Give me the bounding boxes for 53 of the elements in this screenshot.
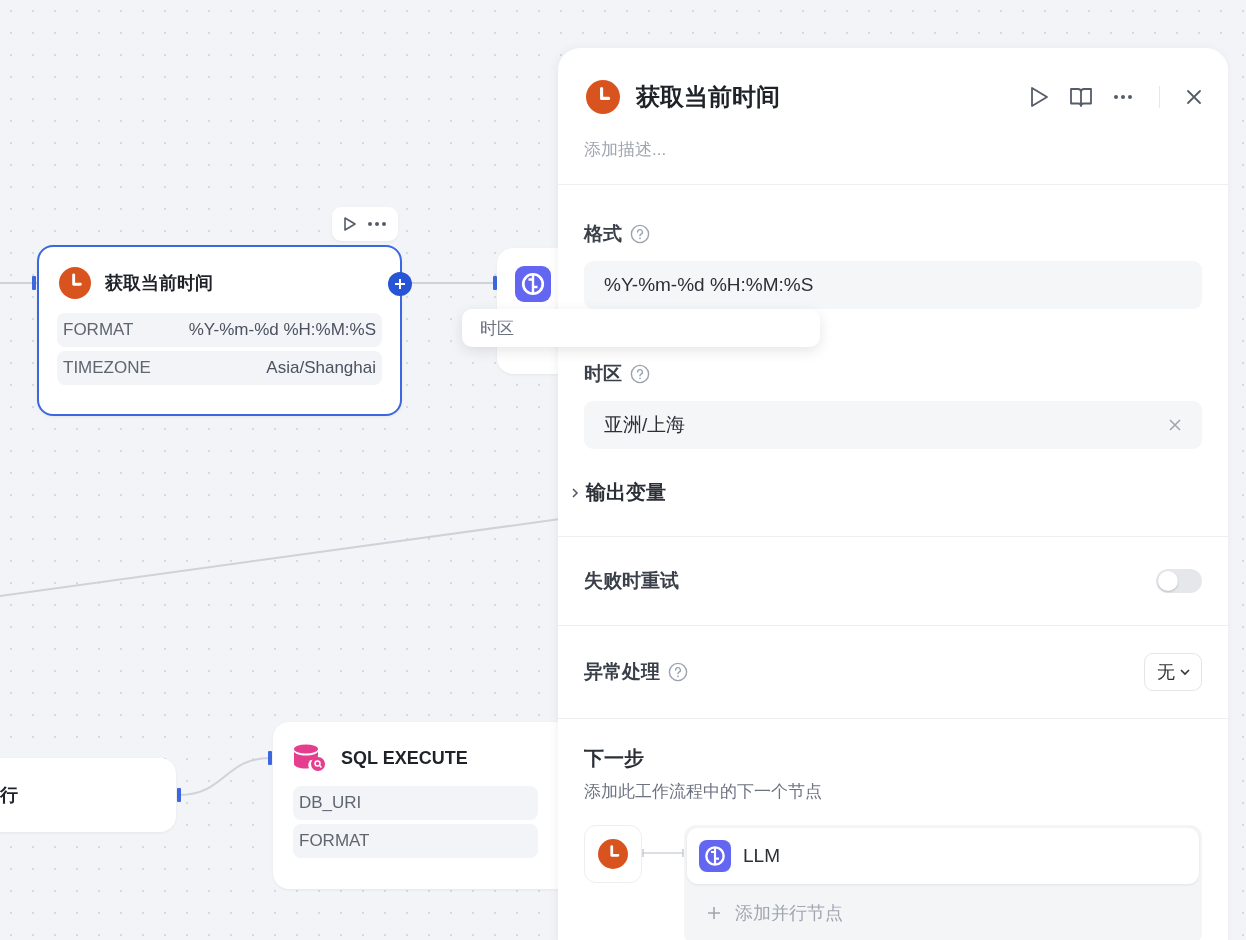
field-label: 时区 bbox=[584, 362, 622, 386]
node-title: SQL EXECUTE bbox=[341, 747, 468, 769]
param-name: DB_URI bbox=[299, 793, 362, 813]
field-label: 格式 bbox=[584, 222, 622, 246]
node-card[interactable]: 行 bbox=[0, 758, 176, 832]
output-section-toggle[interactable]: 输出变量 bbox=[560, 479, 676, 506]
more-button[interactable] bbox=[1113, 94, 1133, 100]
clock-icon bbox=[59, 267, 91, 299]
input-field[interactable]: %Y-%m-%d %H:%M:%S bbox=[584, 261, 1202, 309]
error-handling-select[interactable]: 无 bbox=[1144, 653, 1202, 691]
panel-title: 获取当前时间 bbox=[636, 82, 781, 112]
more-button[interactable] bbox=[367, 221, 387, 227]
sql-node[interactable]: SQL EXECUTE DB_URI FORMAT bbox=[273, 722, 558, 889]
node-label: LLM bbox=[743, 845, 780, 867]
run-button[interactable] bbox=[343, 216, 357, 232]
book-icon[interactable] bbox=[1069, 86, 1093, 108]
node-handle[interactable] bbox=[177, 788, 181, 802]
node-handle[interactable] bbox=[32, 276, 36, 290]
section-subtitle: 添加此工作流程中的下一个节点 bbox=[584, 781, 823, 803]
setting-label: 失败时重试 bbox=[584, 569, 679, 593]
brain-icon bbox=[515, 266, 551, 302]
help-icon bbox=[668, 662, 688, 682]
help-icon bbox=[630, 224, 650, 244]
close-button[interactable] bbox=[1186, 89, 1202, 105]
node-title: 行 bbox=[0, 784, 18, 807]
node-handle[interactable] bbox=[268, 751, 272, 765]
param-value: %Y-%m-%d %H:%M:%S bbox=[188, 320, 376, 340]
param-name: FORMAT bbox=[63, 320, 134, 340]
param-name: FORMAT bbox=[299, 831, 370, 851]
setting-label: 异常处理 bbox=[584, 660, 660, 684]
param-name: TIMEZONE bbox=[63, 358, 151, 378]
edge-line bbox=[0, 282, 38, 284]
database-icon bbox=[293, 744, 327, 772]
connector-line bbox=[642, 848, 684, 858]
brain-icon bbox=[699, 840, 731, 872]
clock-icon bbox=[598, 839, 628, 869]
section-title: 下一步 bbox=[584, 746, 645, 771]
field-value: 亚洲/上海 bbox=[604, 413, 687, 437]
run-button[interactable] bbox=[1029, 86, 1049, 108]
time-node[interactable]: 获取当前时间 FORMAT %Y-%m-%d %H:%M:%S TIMEZONE Asia/Shanghai bbox=[37, 245, 402, 416]
node-handle[interactable] bbox=[493, 276, 497, 290]
help-icon bbox=[630, 364, 650, 384]
node-title: 获取当前时间 bbox=[105, 272, 213, 295]
clock-icon bbox=[586, 80, 620, 114]
add-handle[interactable] bbox=[388, 272, 412, 296]
next-node-item[interactable]: LLM bbox=[687, 828, 1199, 884]
input-field[interactable]: 亚洲/上海 bbox=[584, 401, 1202, 449]
chevron-down-icon bbox=[1179, 668, 1191, 676]
field-value: %Y-%m-%d %H:%M:%S bbox=[604, 274, 815, 296]
plus-icon bbox=[707, 906, 721, 920]
tooltip: 时区 bbox=[462, 309, 820, 347]
param-value: Asia/Shanghai bbox=[266, 358, 376, 378]
retry-toggle[interactable] bbox=[1156, 569, 1202, 593]
